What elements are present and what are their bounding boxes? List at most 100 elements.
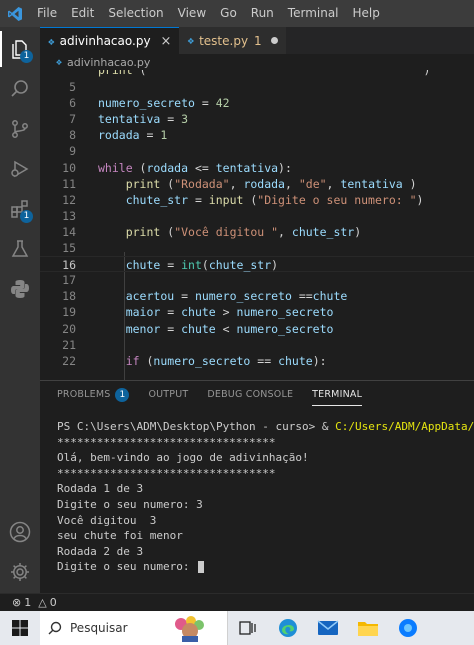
line-number: 16	[62, 258, 76, 273]
extensions-icon[interactable]: 1	[0, 189, 40, 229]
breadcrumb-file[interactable]: adivinhacao.py	[67, 56, 150, 69]
terminal-line: *********************************	[57, 435, 276, 449]
code-token: numero_secreto	[236, 305, 334, 320]
menu-run[interactable]: Run	[244, 0, 281, 27]
explorer-icon[interactable]: 1	[0, 29, 40, 69]
testing-flask-icon[interactable]	[0, 229, 40, 269]
code-token: print	[125, 224, 161, 239]
code-line[interactable]: 14 print ("Você digitou ", chute_str)	[40, 224, 474, 240]
code-line[interactable]: 5	[40, 79, 474, 95]
code-token: )	[423, 70, 431, 77]
code-line[interactable]: 20 menor = chute < numero_secreto	[40, 321, 474, 337]
tab-debug-console[interactable]: DEBUG CONSOLE	[207, 381, 293, 409]
code-token: (	[139, 353, 154, 368]
code-token: print	[125, 176, 161, 191]
tab-problem-count: 1	[254, 33, 262, 48]
terminal-line: *********************************	[57, 466, 276, 480]
code-line-partial[interactable]: print (" ")	[40, 70, 474, 78]
python-file-icon: ❖	[56, 56, 63, 68]
menu-terminal[interactable]: Terminal	[281, 0, 346, 27]
menu-bar: File Edit Selection View Go Run Terminal…	[0, 0, 474, 27]
code-line[interactable]: 15	[40, 240, 474, 256]
code-token: numero_secreto	[236, 321, 334, 336]
account-icon[interactable]	[0, 512, 40, 552]
code-line[interactable]: 22 if (numero_secreto == chute):	[40, 353, 474, 369]
code-token: "de"	[298, 176, 327, 191]
code-text: menor = chute < numero_secreto	[98, 321, 334, 337]
tab-problems[interactable]: PROBLEMS 1	[57, 381, 130, 409]
code-line[interactable]: 11 print ("Rodada", rodada, "de", tentat…	[40, 176, 474, 192]
code-token: ,	[278, 224, 292, 239]
code-token: tentativa	[340, 176, 403, 191]
tab-adivinhacao[interactable]: ❖ adivinhacao.py ×	[40, 27, 180, 54]
code-line[interactable]: 10 while (rodada <= tentativa):	[40, 160, 474, 176]
menu-edit[interactable]: Edit	[64, 0, 101, 27]
code-line[interactable]: 21	[40, 337, 474, 353]
code-text: tentativa = 3	[98, 111, 188, 127]
menu-go[interactable]: Go	[213, 0, 244, 27]
line-number: 13	[62, 208, 76, 223]
breadcrumb[interactable]: ❖ adivinhacao.py	[40, 54, 474, 70]
code-token: =	[160, 321, 182, 336]
tab-terminal[interactable]: TERMINAL	[312, 381, 362, 409]
mail-icon[interactable]	[308, 611, 348, 645]
code-token: "Você digitou "	[174, 224, 279, 239]
run-debug-icon[interactable]	[0, 149, 40, 189]
code-editor[interactable]: print (" ") 5 6 numero_secreto = 42 7 tentati…	[40, 70, 474, 380]
menu-view[interactable]: View	[171, 0, 213, 27]
terminal-output[interactable]: PS C:\Users\ADM\Desktop\Python - curso> …	[57, 419, 474, 575]
close-icon[interactable]: ×	[161, 34, 172, 49]
code-token: chute	[312, 289, 348, 304]
menu-help[interactable]: Help	[346, 0, 387, 27]
code-token: " "	[146, 70, 424, 77]
code-token: (	[160, 176, 175, 191]
terminal-input-line[interactable]: Digite o seu numero:	[57, 559, 474, 575]
code-line[interactable]: 18 acertou = numero_secreto ==chute	[40, 288, 474, 304]
menu-selection[interactable]: Selection	[101, 0, 170, 27]
menu-file[interactable]: File	[30, 0, 64, 27]
code-text: chute = int(chute_str)	[98, 257, 278, 273]
code-token: 1	[160, 128, 168, 143]
windows-start-icon[interactable]	[0, 611, 40, 645]
problems-status[interactable]: ⊗ 1 △ 0	[12, 596, 57, 609]
terminal-command-path: C:/Users/ADM/AppData/Local/Pr	[335, 420, 474, 433]
taskbar-search-box[interactable]: Pesquisar	[40, 611, 228, 645]
source-control-icon[interactable]	[0, 109, 40, 149]
search-icon	[48, 621, 62, 635]
search-icon[interactable]	[0, 69, 40, 109]
edge-browser-icon[interactable]	[268, 611, 308, 645]
code-text: print (" ")	[98, 70, 430, 78]
tab-teste[interactable]: ❖ teste.py 1	[179, 27, 286, 54]
code-token: =	[160, 258, 182, 273]
line-number: 18	[62, 289, 76, 304]
line-number: 12	[62, 192, 76, 207]
code-line[interactable]: 19 maior = chute > numero_secreto	[40, 304, 474, 320]
code-line[interactable]: 17	[40, 272, 474, 288]
code-line[interactable]: 7 tentativa = 3	[40, 111, 474, 127]
task-view-icon[interactable]	[228, 611, 268, 645]
code-line[interactable]: 9	[40, 143, 474, 159]
problems-badge: 1	[115, 387, 130, 402]
settings-gear-icon[interactable]	[0, 552, 40, 592]
line-number: 11	[62, 176, 76, 191]
store-icon[interactable]	[388, 611, 428, 645]
code-line[interactable]: 12 chute_str = input ("Digite o seu nume…	[40, 192, 474, 208]
code-line[interactable]: 8 rodada = 1	[40, 127, 474, 143]
terminal-prompt: PS C:\Users\ADM\Desktop\Python - curso> …	[57, 420, 336, 433]
code-line[interactable]: 16 chute = int(chute_str)	[40, 256, 474, 273]
file-explorer-icon[interactable]	[348, 611, 388, 645]
tab-output[interactable]: OUTPUT	[148, 381, 188, 409]
code-text: print ("Você digitou ", chute_str)	[98, 224, 361, 240]
unsaved-dot-icon[interactable]	[270, 37, 278, 44]
terminal-line: Você digitou 3	[57, 513, 157, 527]
code-line[interactable]: 6 numero_secreto = 42	[40, 95, 474, 111]
terminal-input-prompt: Digite o seu numero:	[57, 560, 197, 574]
activity-bar: 1 1	[0, 27, 40, 593]
code-token: (	[201, 258, 209, 273]
code-token: 42	[215, 96, 230, 111]
code-line[interactable]: 13	[40, 208, 474, 224]
python-icon[interactable]	[0, 269, 40, 309]
code-token: numero_secreto	[98, 96, 195, 111]
